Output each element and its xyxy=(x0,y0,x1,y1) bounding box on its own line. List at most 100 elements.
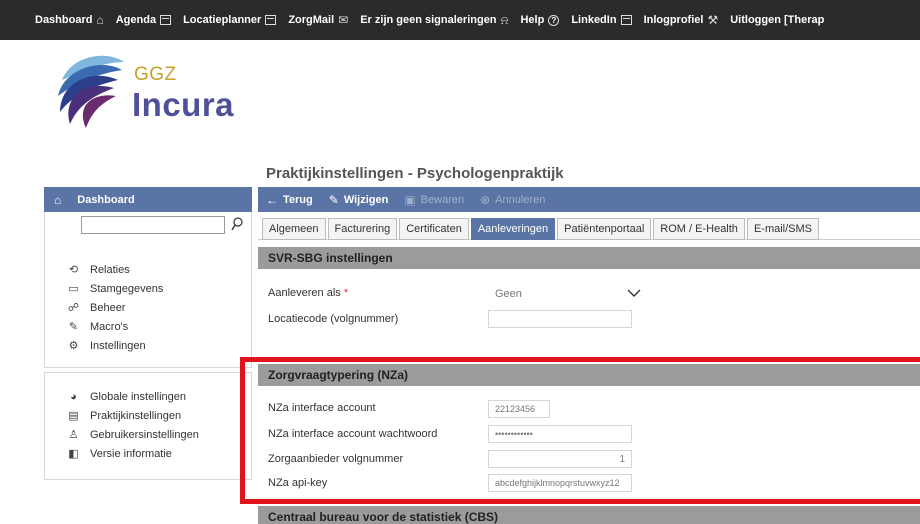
sidebar-item-relaties[interactable]: ⟲ Relaties xyxy=(67,260,251,279)
required-marker: * xyxy=(343,287,349,299)
save-button[interactable]: ▣ Bewaren xyxy=(404,193,464,207)
aanleveren-als-label: Aanleveren als * xyxy=(268,287,348,299)
tab-certificaten[interactable]: Certificaten xyxy=(399,218,469,240)
nav-signaleringen[interactable]: Er zijn geen signaleringen ⍾ xyxy=(360,13,508,28)
section-header-cbs: Centraal bureau voor de statistiek (CBS) xyxy=(258,506,920,524)
nav-inlogprofiel[interactable]: Inlogprofiel ⚒ xyxy=(644,13,719,27)
close-circle-icon: ⊗ xyxy=(480,192,491,207)
nav-locatieplanner-label: Locatieplanner xyxy=(183,14,262,26)
sidebar-item-label: Stamgegevens xyxy=(90,282,164,295)
sidebar-item-label: Gebruikersinstellingen xyxy=(90,428,199,441)
search-icon[interactable] xyxy=(231,217,243,231)
tab-algemeen[interactable]: Algemeen xyxy=(262,218,326,240)
sidebar-item-praktijkinstellingen[interactable]: ▤ Praktijkinstellingen xyxy=(67,406,251,425)
nav-uitloggen-label: Uitloggen [Therap xyxy=(730,14,825,26)
sidebar-item-globale-instellingen[interactable]: ◕ Globale instellingen xyxy=(67,387,251,406)
bell-icon: ⍾ xyxy=(500,12,509,27)
users-icon: ☍ xyxy=(67,301,80,314)
aanleveren-als-text: Aanleveren als xyxy=(268,287,341,299)
nav-inlogprofiel-label: Inlogprofiel xyxy=(643,14,704,26)
sidebar-item-gebruikersinstellingen[interactable]: ♙ Gebruikersinstellingen xyxy=(67,425,251,444)
logo-text-incura: Incura xyxy=(132,86,235,123)
arrow-left-icon: ← xyxy=(266,192,278,207)
edit-icon: ✎ xyxy=(68,320,79,333)
top-navigation-bar: Dashboard ⌂ Agenda Locatieplanner ZorgMai… xyxy=(0,0,920,40)
tab-email-sms[interactable]: E-mail/SMS xyxy=(746,218,819,240)
wrench-icon: ⚒ xyxy=(707,13,719,27)
settings-tabs: Algemeen Facturering Certificaten Aanlev… xyxy=(258,212,920,240)
cancel-button-label: Annuleren xyxy=(495,193,546,206)
relations-icon: ⟲ xyxy=(68,263,79,276)
edit-button-label: Wijzigen xyxy=(343,193,389,206)
nav-help[interactable]: Help? xyxy=(520,14,560,26)
chevron-down-icon xyxy=(627,289,641,297)
logo-text-ggz: GGZ xyxy=(134,64,177,85)
nav-linkedin-label: LinkedIn xyxy=(571,14,617,26)
sidebar: ⌂ Dashboard ⟲ Relaties ▭ Stamgegevens ☍ Beh… xyxy=(44,187,252,487)
edit-button[interactable]: ✎ Wijzigen xyxy=(329,193,389,207)
tab-facturering[interactable]: Facturering xyxy=(327,218,398,240)
nav-zorgmail[interactable]: ZorgMail ✉ xyxy=(288,13,348,27)
help-icon: ? xyxy=(548,14,560,26)
home-icon: ⌂ xyxy=(54,192,62,207)
sidebar-item-beheer[interactable]: ☍ Beheer xyxy=(67,298,251,317)
sidebar-item-label: Praktijkinstellingen xyxy=(90,409,182,422)
sidebar-search xyxy=(44,212,252,238)
cancel-button[interactable]: ⊗ Annuleren xyxy=(480,193,545,207)
sidebar-item-label: Versie informatie xyxy=(90,447,172,460)
tab-rom-ehealth[interactable]: ROM / E-Health xyxy=(653,218,745,240)
action-toolbar: ← Terug ✎ Wijzigen ▣ Bewaren ⊗ Annuleren xyxy=(258,187,920,212)
sidebar-header-label: Dashboard xyxy=(77,193,135,206)
back-button[interactable]: ← Terug xyxy=(266,193,313,207)
locatiecode-label: Locatiecode (volgnummer) xyxy=(268,313,399,325)
nav-agenda-label: Agenda xyxy=(115,14,157,26)
sidebar-item-label: Macro's xyxy=(90,320,129,333)
mail-icon: ✉ xyxy=(338,13,349,27)
save-button-label: Bewaren xyxy=(420,193,465,206)
aanleveren-als-value: Geen xyxy=(495,288,522,300)
nav-help-label: Help xyxy=(520,14,545,26)
tab-patientenportaal[interactable]: Patiëntenportaal xyxy=(557,218,652,240)
linkedin-icon xyxy=(620,15,632,25)
nav-zorgmail-label: ZorgMail xyxy=(288,14,335,26)
nav-linkedin[interactable]: LinkedIn xyxy=(571,14,632,26)
card-icon: ▭ xyxy=(68,282,79,295)
calendar-icon xyxy=(265,15,277,25)
nav-signaleringen-label: Er zijn geen signaleringen xyxy=(360,14,497,26)
sidebar-group-settings: ◕ Globale instellingen ▤ Praktijkinstellin… xyxy=(44,372,252,480)
sidebar-item-versie-informatie[interactable]: ◧ Versie informatie xyxy=(67,444,251,463)
logo-petals-icon xyxy=(58,55,124,128)
user-settings-icon: ♙ xyxy=(68,428,79,441)
sidebar-item-macros[interactable]: ✎ Macro's xyxy=(67,317,251,336)
page-title: Praktijkinstellingen - Psychologenprakti… xyxy=(266,165,564,182)
calendar-icon xyxy=(160,15,172,25)
highlight-frame xyxy=(240,357,920,504)
sidebar-header[interactable]: ⌂ Dashboard xyxy=(44,187,252,212)
nav-uitloggen[interactable]: Uitloggen [Therap xyxy=(730,14,824,26)
sidebar-item-instellingen[interactable]: ⚙ Instellingen xyxy=(67,336,251,355)
pencil-icon: ✎ xyxy=(328,192,339,207)
sidebar-item-label: Instellingen xyxy=(90,339,146,352)
sidebar-item-stamgegevens[interactable]: ▭ Stamgegevens xyxy=(67,279,251,298)
nav-dashboard[interactable]: Dashboard ⌂ xyxy=(35,13,104,27)
tab-aanleveringen[interactable]: Aanleveringen xyxy=(470,218,556,240)
ggz-incura-logo: GGZ Incura xyxy=(52,50,242,130)
floppy-icon: ▣ xyxy=(404,192,416,207)
search-input[interactable] xyxy=(81,216,225,234)
sidebar-item-label: Beheer xyxy=(90,301,126,314)
globe-icon: ◕ xyxy=(70,390,77,403)
nav-dashboard-label: Dashboard xyxy=(35,14,93,26)
back-button-label: Terug xyxy=(283,193,313,206)
section-header-svr: SVR-SBG instellingen xyxy=(258,247,920,269)
locatiecode-input[interactable] xyxy=(488,310,632,328)
sidebar-group-main: ⟲ Relaties ▭ Stamgegevens ☍ Beheer ✎ Macro's… xyxy=(44,238,252,368)
gear-icon: ⚙ xyxy=(68,339,79,352)
home-icon: ⌂ xyxy=(96,13,104,27)
sidebar-item-label: Relaties xyxy=(90,263,130,276)
info-icon: ◧ xyxy=(68,447,79,460)
aanleveren-als-select[interactable]: Geen xyxy=(488,285,644,303)
building-icon: ▤ xyxy=(68,409,79,422)
nav-agenda[interactable]: Agenda xyxy=(115,14,172,26)
sidebar-item-label: Globale instellingen xyxy=(90,390,187,403)
nav-locatieplanner[interactable]: Locatieplanner xyxy=(183,14,277,26)
